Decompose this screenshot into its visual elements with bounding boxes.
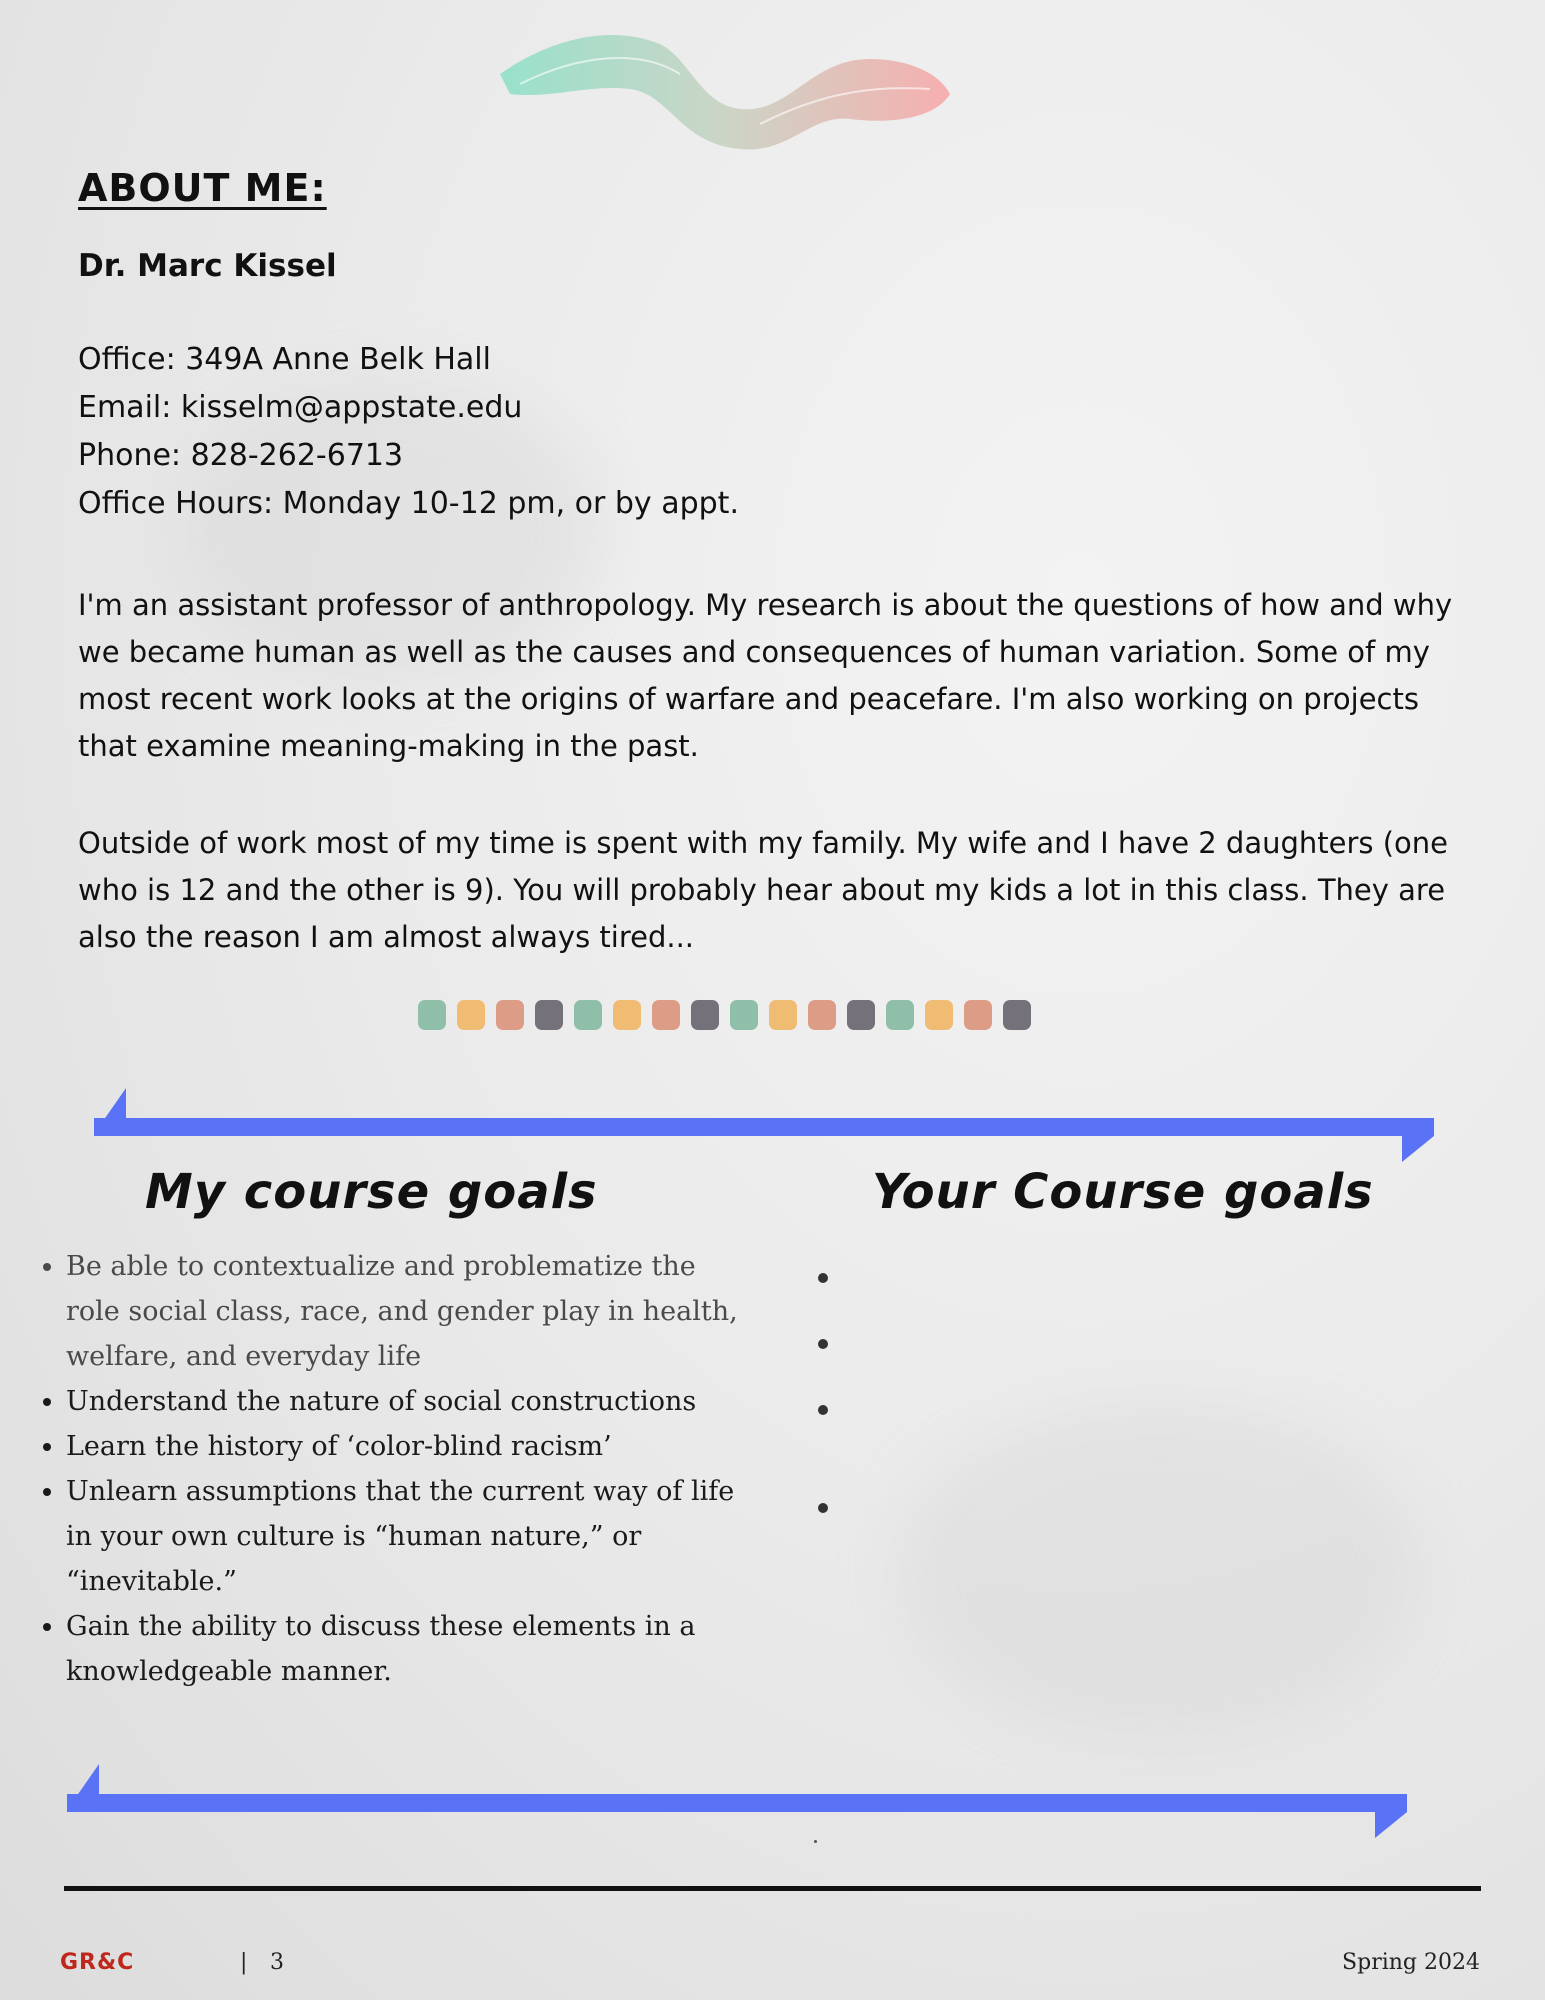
your-goals-heading: Your Course goals [872, 1164, 1374, 1220]
about-heading: ABOUT ME: [78, 166, 327, 210]
page-number: 3 [270, 1950, 284, 1975]
footer-divider [64, 1886, 1481, 1891]
footer-separator: | [240, 1950, 248, 1975]
color-swatch [496, 1000, 524, 1030]
color-swatch [691, 1000, 719, 1030]
office-hours-info: Office Hours: Monday 10-12 pm, or by app… [78, 486, 739, 521]
color-swatch [457, 1000, 485, 1030]
color-swatch [847, 1000, 875, 1030]
empty-goal-bullet [818, 1273, 828, 1283]
small-dot [814, 1840, 817, 1843]
color-swatch [574, 1000, 602, 1030]
color-swatch [535, 1000, 563, 1030]
empty-goal-bullet [818, 1405, 828, 1415]
goal-item: Understand the nature of social construc… [66, 1379, 756, 1424]
footer-brand: GR&C [60, 1950, 135, 1975]
color-swatch [808, 1000, 836, 1030]
my-goals-list: Be able to contextualize and problematiz… [30, 1244, 756, 1694]
contact-block: Office: 349A Anne Belk Hall Email: kisse… [78, 336, 739, 528]
goal-item: Unlearn assumptions that the current way… [66, 1469, 756, 1604]
color-swatch [769, 1000, 797, 1030]
color-swatch [1003, 1000, 1031, 1030]
color-swatch [418, 1000, 446, 1030]
top-ribbon-banner [94, 1088, 1434, 1162]
bio-paragraph: I'm an assistant professor of anthropolo… [78, 588, 1453, 763]
empty-goal-bullet [818, 1503, 828, 1513]
instructor-name: Dr. Marc Kissel [78, 248, 337, 284]
color-swatch [886, 1000, 914, 1030]
goal-item: Be able to contextualize and problematiz… [66, 1244, 756, 1379]
background-texture [900, 1400, 1420, 1740]
color-swatch-row [418, 1000, 1031, 1030]
color-swatch [964, 1000, 992, 1030]
goal-item: Gain the ability to discuss these elemen… [66, 1604, 756, 1694]
goal-item: Learn the history of ‘color-blind racism… [66, 1424, 756, 1469]
color-swatch [730, 1000, 758, 1030]
brush-stroke-decoration [500, 35, 950, 150]
personal-paragraph: Outside of work most of my time is spent… [78, 826, 1449, 954]
bottom-ribbon-banner [67, 1764, 1407, 1838]
color-swatch [652, 1000, 680, 1030]
empty-goal-bullet [818, 1339, 828, 1349]
office-info: Office: 349A Anne Belk Hall [78, 342, 491, 377]
color-swatch [613, 1000, 641, 1030]
footer-term: Spring 2024 [1342, 1950, 1480, 1975]
color-swatch [925, 1000, 953, 1030]
email-info: Email: kisselm@appstate.edu [78, 390, 523, 425]
my-goals-heading: My course goals [145, 1164, 598, 1220]
phone-info: Phone: 828-262-6713 [78, 438, 404, 473]
